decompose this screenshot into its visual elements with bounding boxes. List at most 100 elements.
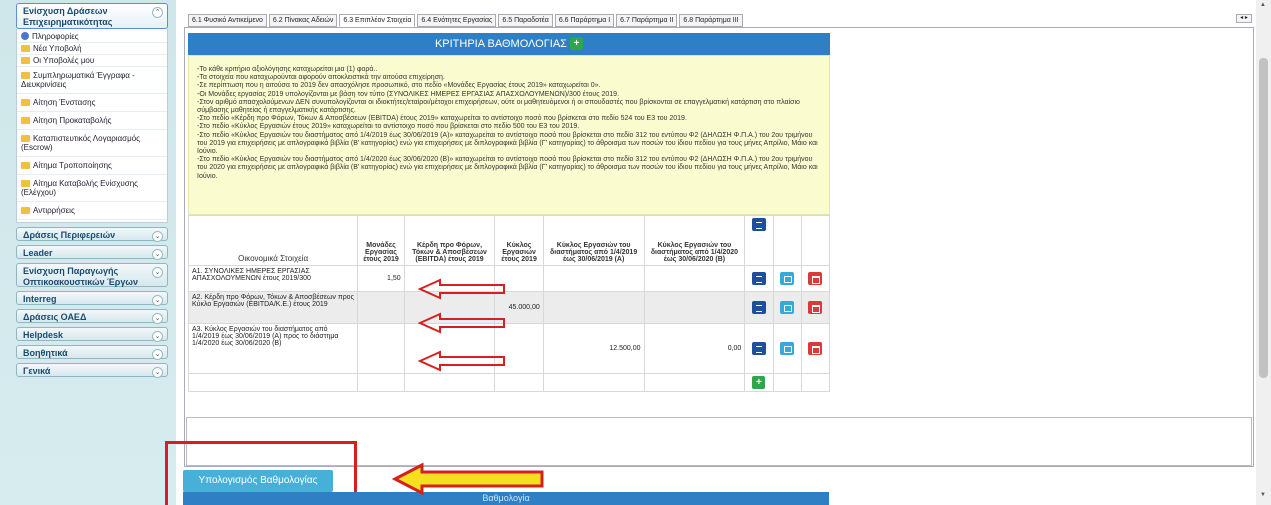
empty-cell <box>357 373 405 392</box>
chevron-down-icon[interactable]: ⌄ <box>152 367 163 378</box>
tab[interactable]: 6.3 Επιπλέον Στοιχεία <box>339 14 416 27</box>
view-icon[interactable] <box>751 301 766 314</box>
list-icon[interactable] <box>751 218 766 231</box>
chevron-down-icon[interactable]: ⌄ <box>152 349 163 360</box>
accordion-section[interactable]: Ενίσχυση Παραγωγής Οπτικοακουστικών Έργω… <box>16 263 168 287</box>
empty-cell <box>542 373 645 392</box>
accordion-title: Δράσεις Περιφερειών <box>23 230 116 240</box>
sidebar-item[interactable]: Αίτημα Καταβολής Ενίσχυσης (Ελέγχου) <box>17 175 167 202</box>
tab-pager[interactable]: ◂ ▸ <box>1236 14 1252 23</box>
tab[interactable]: 6.2 Πίνακας Αδειών <box>268 14 338 27</box>
folder-icon <box>21 162 30 169</box>
accordion-title: Βοηθητικά <box>23 348 68 358</box>
column-header: Κύκλος Εργασιών του διαστήματος από 1/4/… <box>643 215 746 266</box>
accordion-section[interactable]: Δράσεις ΟΑΕΔ ⌄ <box>16 309 168 324</box>
sidebar-item[interactable]: Νέα Υποβολή <box>17 43 167 55</box>
folder-icon <box>21 72 30 79</box>
column-header: Κύκλος Εργασιών του διαστήματος από 1/4/… <box>542 215 645 266</box>
criteria-panel: ΚΡΙΤΗΡΙΑ ΒΑΘΜΟΛΟΓΙΑΣ + -Το κάθε κριτήριο… <box>187 33 831 392</box>
empty-cell <box>494 373 544 392</box>
column-header: Οικονομικά Στοιχεία <box>187 215 359 266</box>
tab[interactable]: 6.8 Παράρτημα III <box>679 14 743 27</box>
table-row: Α2. Κέρδη προ Φόρων, Τόκων & Αποσβέσεων … <box>187 291 831 324</box>
accordion-section[interactable]: Leader ⌄ <box>16 245 168 260</box>
add-row: + <box>187 373 831 392</box>
row-label: Α1. ΣΥΝΟΛΙΚΕΣ ΗΜΕΡΕΣ ΕΡΓΑΣΙΑΣ ΑΠΑΣΧΟΛΟΥΜ… <box>187 265 359 292</box>
note-line: -Στο πεδίο «Κύκλος Εργασιών του διαστήμα… <box>197 131 818 156</box>
edit-icon[interactable] <box>780 301 795 314</box>
calculate-score-button[interactable]: Υπολογισμός Βαθμολογίας <box>183 470 333 492</box>
folder-icon <box>21 135 30 142</box>
vertical-scrollbar[interactable]: ▲ ▼ <box>1256 0 1271 505</box>
empty-cell <box>403 373 496 392</box>
sidebar-menu: Πληροφορίες Νέα Υποβολή Οι Υποβολές μου Συμ… <box>16 29 168 223</box>
annotation-arrow-3 <box>418 350 505 372</box>
chevron-down-icon[interactable]: ⌄ <box>152 331 163 342</box>
application-window: Ενίσχυση Δράσεων Επιχειρηματικότητας ⌃ Π… <box>0 0 1271 505</box>
chevron-down-icon[interactable]: ⌄ <box>152 313 163 324</box>
chevron-down-icon[interactable]: ⌄ <box>152 295 163 306</box>
sidebar-item[interactable]: Αίτημα Τροποποίησης <box>17 157 167 175</box>
table-row: Α1. ΣΥΝΟΛΙΚΕΣ ΗΜΕΡΕΣ ΕΡΓΑΣΙΑΣ ΑΠΑΣΧΟΛΟΥΜ… <box>187 265 831 292</box>
table-cell: 12.500,00 <box>542 323 645 374</box>
chevron-up-icon[interactable]: ⌃ <box>152 7 163 18</box>
tab[interactable]: 6.5 Παραδοτέα <box>498 14 553 27</box>
sidebar-item-label: Οι Υποβολές μου <box>33 56 95 65</box>
annotation-arrow-1 <box>418 278 505 300</box>
accordion-section[interactable]: Interreg ⌄ <box>16 291 168 306</box>
sidebar-item[interactable]: Αίτηση Προκαταβολής <box>17 112 167 130</box>
tab[interactable]: 6.7 Παράρτημα II <box>616 14 678 27</box>
folder-icon <box>21 180 30 187</box>
accordion-title: Γενικά <box>23 366 51 376</box>
info-icon <box>21 32 29 40</box>
view-icon[interactable] <box>751 342 766 355</box>
chevron-down-icon[interactable]: ⌄ <box>152 231 163 242</box>
table-cell: 0,00 <box>643 323 746 374</box>
action-cell <box>800 323 831 374</box>
tab[interactable]: 6.4 Ενότητες Εργασίας <box>417 14 497 27</box>
delete-icon[interactable] <box>808 301 823 314</box>
panel-header: ΚΡΙΤΗΡΙΑ ΒΑΘΜΟΛΟΓΙΑΣ + <box>188 33 830 55</box>
table-cell <box>643 291 746 324</box>
add-icon[interactable]: + <box>570 37 584 50</box>
delete-icon[interactable] <box>808 342 823 355</box>
panel-title: ΚΡΙΤΗΡΙΑ ΒΑΘΜΟΛΟΓΙΑΣ <box>434 38 567 50</box>
accordion-section[interactable]: Γενικά ⌄ <box>16 363 168 378</box>
accordion-entrepreneurship[interactable]: Ενίσχυση Δράσεων Επιχειρηματικότητας ⌃ <box>16 3 168 29</box>
view-icon[interactable] <box>751 272 766 285</box>
accordion-section[interactable]: Βοηθητικά ⌄ <box>16 345 168 360</box>
sidebar-item[interactable]: Καταπιστευτικός Λογαριασμός (Escrow) <box>17 130 167 157</box>
chevron-down-icon[interactable]: ⌄ <box>152 249 163 260</box>
action-cell <box>744 291 774 324</box>
add-row-icon[interactable]: + <box>752 376 766 389</box>
tab[interactable]: 6.1 Φυσικό Αντικείμενο <box>188 14 267 27</box>
scroll-thumb[interactable] <box>1259 58 1268 378</box>
sidebar-sections: Δράσεις Περιφερειών ⌄ Leader ⌄ Ενίσχυση Παρα… <box>0 227 176 378</box>
table-header-row: Οικονομικά Στοιχεία Μονάδες Εργασίας έτου… <box>187 215 831 266</box>
action-cell <box>772 265 802 292</box>
edit-icon[interactable] <box>780 272 795 285</box>
sidebar-item[interactable]: Αίτηση Ένστασης <box>17 94 167 112</box>
accordion-title: Helpdesk <box>23 330 64 340</box>
folder-icon <box>21 207 30 214</box>
action-cell <box>744 323 774 374</box>
row-label: Α2. Κέρδη προ Φόρων, Τόκων & Αποσβέσεων … <box>187 291 359 324</box>
action-cell <box>800 291 831 324</box>
action-cell <box>800 265 831 292</box>
delete-icon[interactable] <box>808 272 823 285</box>
sidebar-item[interactable]: Οι Υποβολές μου <box>17 55 167 67</box>
sidebar-item-label: Αίτηση Ένστασης <box>33 98 96 107</box>
note-line: -Στο πεδίο «Κύκλος Εργασιών του διαστήμα… <box>197 156 818 180</box>
accordion-section[interactable]: Helpdesk ⌄ <box>16 327 168 342</box>
scroll-down-icon[interactable]: ▼ <box>1260 492 1266 498</box>
sidebar-item-label: Αίτημα Καταβολής Ενίσχυσης (Ελέγχου) <box>21 179 139 197</box>
scroll-up-icon[interactable]: ▲ <box>1260 2 1266 8</box>
chevron-down-icon[interactable]: ⌄ <box>152 267 163 278</box>
sidebar-item[interactable]: Συμπληρωματικά Έγγραφα - Διευκρινίσεις <box>17 67 167 94</box>
note-line: -Στο πεδίο «Κύκλος Εργασιών έτους 2019» … <box>197 123 580 131</box>
tab[interactable]: 6.6 Παράρτημα I <box>554 14 615 27</box>
accordion-section[interactable]: Δράσεις Περιφερειών ⌄ <box>16 227 168 242</box>
sidebar-item[interactable]: Πληροφορίες <box>17 31 167 43</box>
edit-icon[interactable] <box>780 342 795 355</box>
sidebar-item[interactable]: Αντιρρήσεις <box>17 202 167 220</box>
